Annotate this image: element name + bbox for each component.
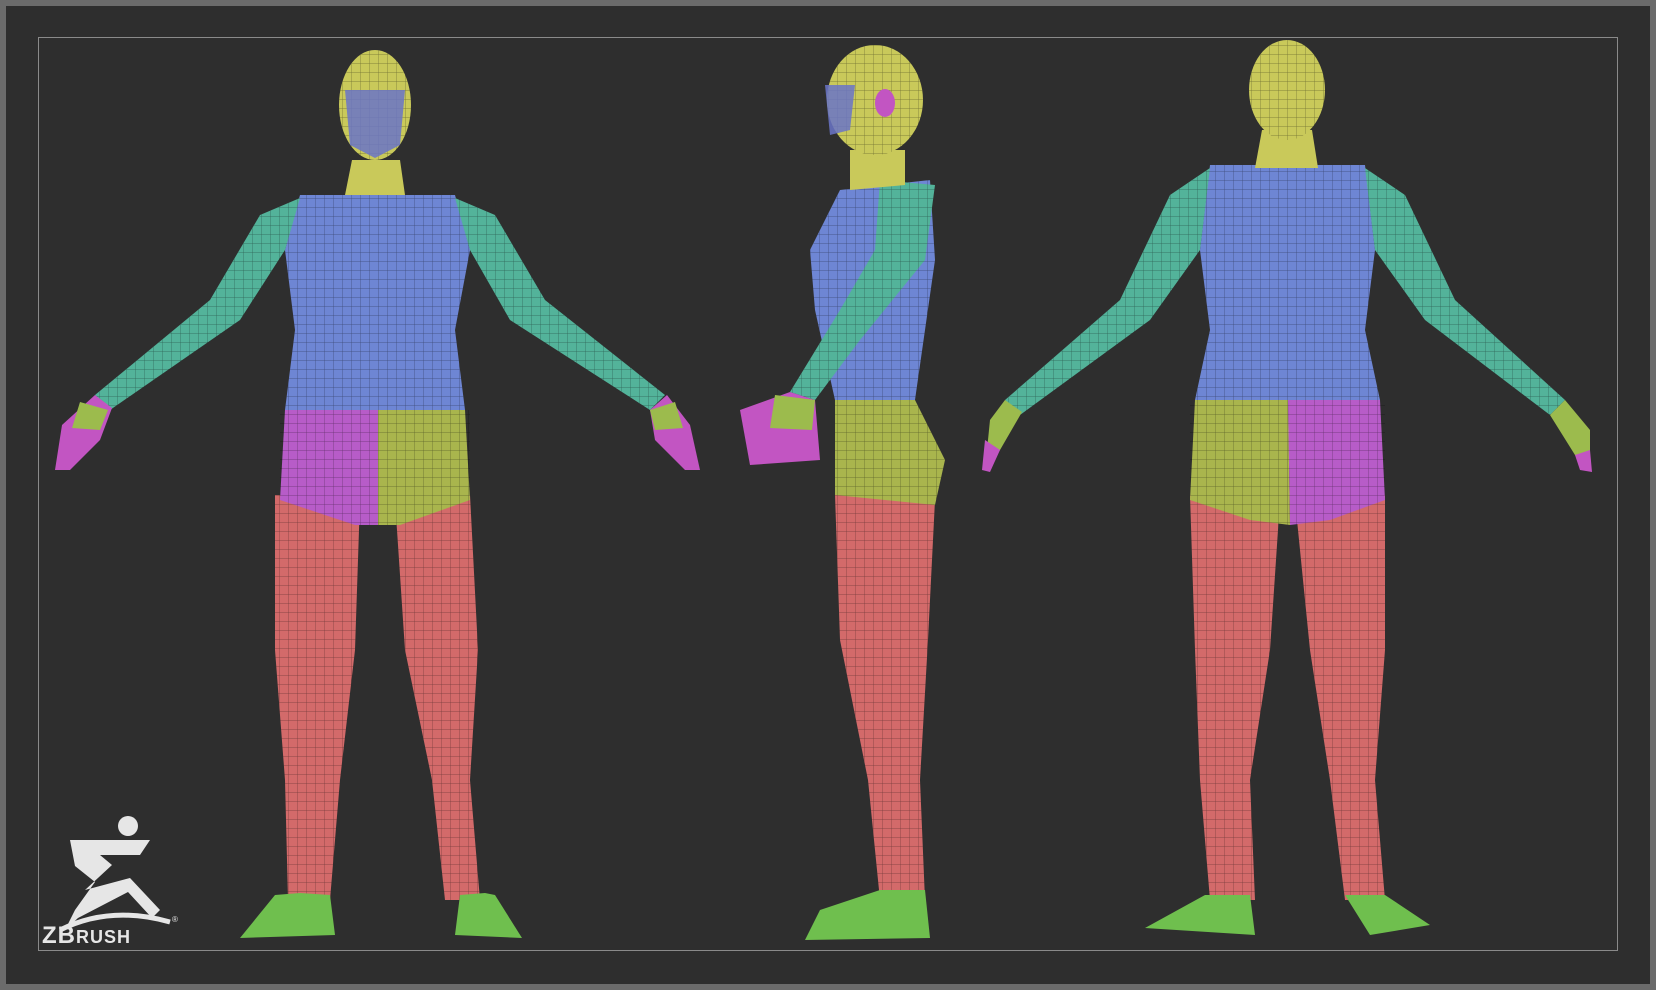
side-neck [850,150,905,190]
back-left-foot [1145,895,1255,935]
model-canvas [55,40,1592,940]
side-foot [805,890,930,940]
trademark-mark: ® [172,915,178,924]
front-view-figure [55,50,700,938]
side-ear [875,89,895,117]
back-view-figure [982,40,1592,935]
logo-text-big: ZB [42,922,76,949]
front-left-foot [240,893,335,938]
front-neck [345,160,405,195]
back-right-foot [1345,895,1430,935]
front-right-foot [455,893,522,938]
side-view-figure [740,45,945,940]
logo-text-small: RUSH [76,927,132,947]
zbrush-logo-text: ZBRUSH [42,922,131,950]
